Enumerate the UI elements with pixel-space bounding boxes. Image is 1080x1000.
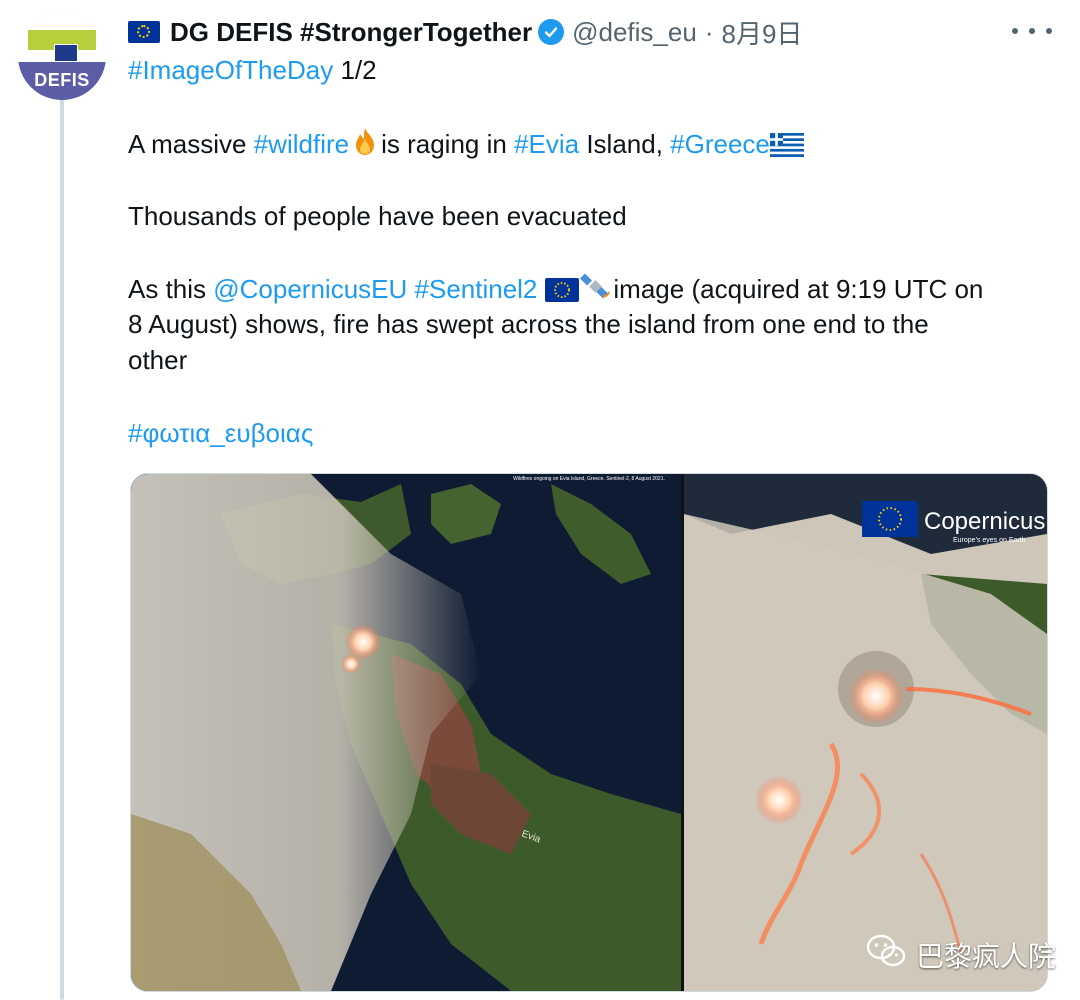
tweet-line-3: Thousands of people have been evacuated: [128, 201, 627, 231]
copernicus-logo-subtext: Europe's eyes on Earth: [953, 537, 1026, 544]
verified-badge-icon: [538, 19, 565, 45]
eu-flag-icon: [128, 21, 160, 43]
text-segment: image (acquired at 9:19 UTC on: [613, 274, 984, 304]
copernicus-logo-text: Copernicus: [924, 508, 1045, 535]
greece-flag-icon: [769, 130, 804, 166]
more-options-icon[interactable]: [1012, 18, 1052, 44]
tweet-media-image[interactable]: Evia Copernicus Europe's eyes on Earth W…: [130, 473, 1048, 992]
thread-counter: 1/2: [340, 55, 377, 85]
tweet-date[interactable]: 8月9日: [721, 14, 802, 51]
tweet-line-5: 8 August) shows, fire has swept across t…: [128, 309, 929, 339]
text-segment: As this: [128, 274, 214, 304]
avatar[interactable]: DEFIS: [18, 12, 106, 100]
text-segment: [407, 274, 414, 304]
left-panel: Evia: [131, 474, 681, 991]
avatar-label: DEFIS: [18, 62, 106, 100]
eu-flag-icon: [54, 44, 78, 62]
text-segment: is raging in: [381, 129, 515, 159]
thread-line: [60, 98, 64, 1000]
tweet-line-6: other: [128, 345, 188, 375]
text-segment: A massive: [128, 129, 254, 159]
text-segment: Island,: [579, 129, 671, 159]
wechat-icon: [866, 934, 906, 975]
satellite-image: Evia Copernicus Europe's eyes on Earth W…: [131, 474, 1047, 991]
right-panel: Copernicus Europe's eyes on Earth: [684, 474, 1047, 991]
separator: ·: [704, 16, 714, 47]
hashtag-imageoftheday[interactable]: #ImageOfTheDay: [128, 55, 333, 85]
mention-copernicuseu[interactable]: @CopernicusEU: [213, 274, 407, 304]
tweet-line-2: A massive #wildfire is raging in #Evia Is…: [128, 125, 804, 166]
image-caption: Wildfires ongoing on Evia Island, Greece…: [513, 476, 665, 482]
eu-flag-logo-icon: [862, 501, 918, 537]
hashtag-evia[interactable]: #Evia: [514, 129, 579, 159]
author-handle[interactable]: @defis_eu: [572, 17, 697, 48]
tweet-line-7: #φωτια_ευβοιας: [128, 415, 313, 451]
fire-emoji-icon: [349, 125, 381, 166]
hashtag-greece[interactable]: #Greece: [670, 129, 770, 159]
wechat-watermark: 巴黎疯人院: [866, 934, 1056, 975]
satellite-emoji-icon: [579, 270, 613, 311]
hashtag-sentinel2[interactable]: #Sentinel2: [415, 274, 538, 304]
tweet-header: DG DEFIS #StrongerTogether @defis_eu · 8…: [128, 12, 802, 52]
tweet-line-4: As this @CopernicusEU #Sentinel2 image (a…: [128, 270, 983, 311]
hashtag-wildfire[interactable]: #wildfire: [254, 129, 349, 159]
hashtag-fotia-evoias[interactable]: #φωτια_ευβοιας: [128, 418, 313, 448]
watermark-text: 巴黎疯人院: [916, 940, 1057, 972]
tweet-line-1: #ImageOfTheDay 1/2: [128, 52, 377, 88]
author-name[interactable]: DG DEFIS #StrongerTogether: [170, 17, 532, 48]
